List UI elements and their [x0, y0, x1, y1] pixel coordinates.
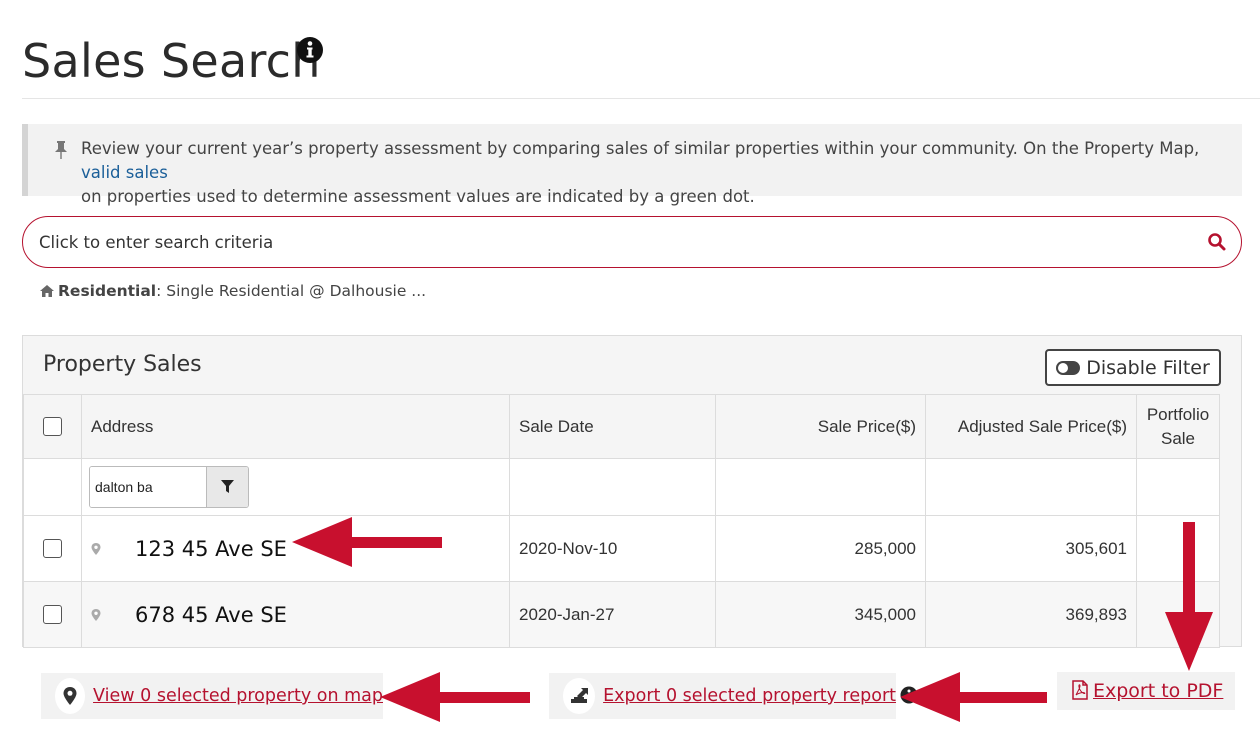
- column-header-sale-date[interactable]: Sale Date: [509, 394, 716, 459]
- criteria-label: Residential: [58, 282, 157, 300]
- filter-funnel-icon: [221, 480, 234, 493]
- table-row[interactable]: 123 45 Ave SE 2020-Nov-10 285,000 305,60…: [23, 515, 1220, 582]
- sale-price-cell: 345,000: [715, 581, 926, 648]
- row-checkbox[interactable]: [43, 539, 62, 558]
- panel-title: Property Sales: [43, 352, 202, 377]
- toggle-on-icon: [1056, 360, 1081, 375]
- info-circle-icon[interactable]: [296, 36, 324, 64]
- filter-row: [23, 458, 1220, 516]
- home-icon: [40, 285, 54, 297]
- export-report-button[interactable]: Export 0 selected property report: [549, 673, 896, 719]
- view-on-map-button[interactable]: View 0 selected property on map: [41, 673, 383, 719]
- thumbtack-icon: [55, 141, 67, 159]
- map-marker-icon[interactable]: [91, 608, 101, 621]
- info-circle-icon[interactable]: [900, 686, 918, 704]
- portfolio-sale-cell: [1136, 581, 1220, 648]
- portfolio-sale-cell: [1136, 515, 1220, 582]
- notice-text: Review your current year’s property asse…: [81, 139, 1200, 206]
- search-bar[interactable]: [22, 216, 1242, 268]
- select-all-cell: [23, 394, 82, 459]
- sale-date-cell: 2020-Nov-10: [509, 515, 716, 582]
- title-divider: [22, 98, 1260, 99]
- view-on-map-label[interactable]: View 0 selected property on map: [93, 686, 383, 706]
- search-icon[interactable]: [1207, 232, 1227, 252]
- sale-date-cell: 2020-Jan-27: [509, 581, 716, 648]
- address-filter-input[interactable]: [90, 467, 206, 507]
- select-all-checkbox[interactable]: [43, 417, 62, 436]
- info-notice: Review your current year’s property asse…: [22, 124, 1242, 206]
- file-pdf-icon: [1072, 680, 1088, 700]
- adjusted-sale-price-cell: 369,893: [925, 581, 1137, 648]
- page-title: Sales Search: [22, 34, 321, 88]
- column-header-portfolio-sale[interactable]: Portfolio Sale: [1136, 394, 1220, 459]
- property-sales-table: Address Sale Date Sale Price($) Adjusted…: [23, 394, 1220, 648]
- address-text: 678 45 Ave SE: [135, 602, 287, 627]
- valid-sales-link[interactable]: valid sales: [81, 163, 168, 182]
- column-header-address[interactable]: Address: [81, 394, 510, 459]
- export-to-pdf-label[interactable]: Export to PDF: [1071, 680, 1223, 702]
- map-marker-icon: [63, 687, 77, 705]
- criteria-value: : Single Residential @ Dalhousie ...: [156, 282, 427, 300]
- map-marker-icon[interactable]: [91, 542, 101, 555]
- annotation-arrow-left-map: [380, 672, 530, 722]
- column-header-sale-price[interactable]: Sale Price($): [715, 394, 926, 459]
- address-text: 123 45 Ave SE: [135, 536, 287, 561]
- export-report-label[interactable]: Export 0 selected property report: [603, 686, 896, 706]
- annotation-arrow-left-export: [900, 672, 1047, 722]
- disable-filter-button[interactable]: Disable Filter: [1045, 349, 1221, 386]
- property-sales-panel: Property Sales Disable Filter Address Sa…: [22, 335, 1242, 648]
- sale-price-cell: 285,000: [715, 515, 926, 582]
- export-to-pdf-button[interactable]: Export to PDF: [1057, 672, 1235, 710]
- search-input[interactable]: [39, 229, 1189, 255]
- column-header-adjusted-sale-price[interactable]: Adjusted Sale Price($): [925, 394, 1137, 459]
- adjusted-sale-price-cell: 305,601: [925, 515, 1137, 582]
- table-header-row: Address Sale Date Sale Price($) Adjusted…: [23, 394, 1220, 459]
- export-icon: [571, 688, 589, 703]
- address-filter[interactable]: [89, 466, 249, 508]
- filter-button[interactable]: [206, 467, 248, 507]
- table-row[interactable]: 678 45 Ave SE 2020-Jan-27 345,000 369,89…: [23, 581, 1220, 648]
- search-criteria-summary[interactable]: Residential: Single Residential @ Dalhou…: [40, 282, 426, 300]
- row-checkbox[interactable]: [43, 605, 62, 624]
